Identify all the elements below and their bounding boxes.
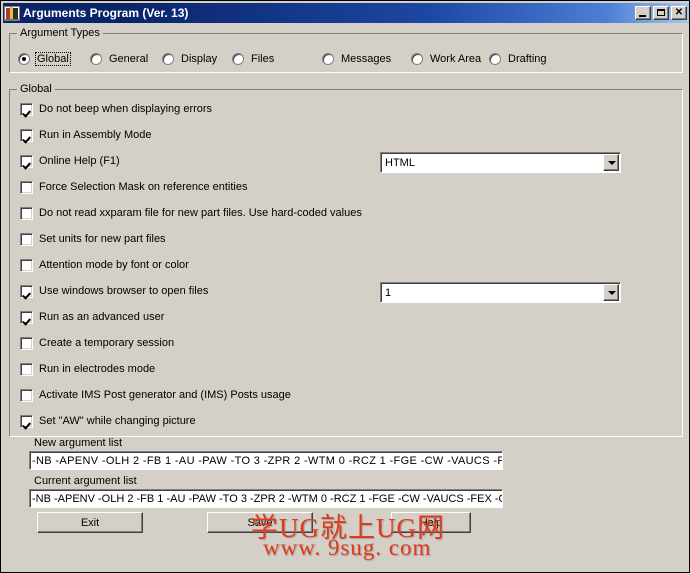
- checkbox-label: Create a temporary session: [39, 337, 175, 349]
- checkbox-mark-icon: [20, 284, 33, 298]
- radio-global[interactable]: Global: [18, 50, 90, 68]
- new-argument-list-input[interactable]: -NB -APENV -OLH 2 -FB 1 -AU -PAW -TO 3 -…: [29, 451, 503, 470]
- window-title: Arguments Program (Ver. 13): [23, 6, 189, 20]
- checkbox-label: Online Help (F1): [39, 155, 120, 167]
- checkbox-mark-icon: [20, 102, 33, 116]
- chevron-down-icon[interactable]: [603, 284, 619, 301]
- checkbox-mark-icon: [20, 414, 33, 428]
- minimize-button[interactable]: [635, 6, 651, 20]
- checkbox-label: Run in electrodes mode: [39, 363, 156, 375]
- checkbox-label: Do not beep when displaying errors: [39, 103, 213, 115]
- chevron-down-icon[interactable]: [603, 154, 619, 171]
- checkbox-mark-icon: [20, 310, 33, 324]
- radio-mark-icon: [411, 53, 423, 65]
- current-argument-list-label: Current argument list: [34, 475, 137, 487]
- help-format-combo[interactable]: HTML: [380, 152, 621, 173]
- radio-mark-icon: [18, 53, 30, 65]
- radio-messages[interactable]: Messages: [322, 50, 411, 68]
- radio-label: Messages: [341, 53, 392, 65]
- help-format-combo-value: HTML: [385, 156, 415, 169]
- checkbox-mark-icon: [20, 336, 33, 350]
- checkbox-mark-icon: [20, 258, 33, 272]
- checkbox-do-not-read-xxparam[interactable]: Do not read xxparam file for new part fi…: [20, 206, 362, 220]
- radio-work-area[interactable]: Work Area: [411, 50, 489, 68]
- checkbox-set-units[interactable]: Set units for new part files: [20, 232, 166, 246]
- arguments-program-window: Arguments Program (Ver. 13) ✕ Argument T…: [0, 0, 690, 573]
- checkbox-set-aw[interactable]: Set "AW" while changing picture: [20, 414, 196, 428]
- radio-mark-icon: [162, 53, 174, 65]
- browser-combo[interactable]: 1: [380, 282, 621, 303]
- title-bar: Arguments Program (Ver. 13) ✕: [3, 3, 689, 23]
- global-group: Global Do not beep when displaying error…: [9, 83, 683, 437]
- close-icon: ✕: [674, 6, 684, 18]
- checkbox-label: Run in Assembly Mode: [39, 129, 152, 141]
- checkbox-label: Set "AW" while changing picture: [39, 415, 196, 427]
- checkbox-label: Use windows browser to open files: [39, 285, 209, 297]
- radio-label: General: [109, 53, 149, 65]
- checkbox-label: Force Selection Mask on reference entiti…: [39, 181, 248, 193]
- window-controls: ✕: [635, 6, 687, 20]
- argument-types-group: Argument Types Global General Display Fi…: [9, 27, 683, 73]
- help-button[interactable]: Help: [391, 512, 471, 533]
- checkbox-online-help[interactable]: Online Help (F1): [20, 154, 120, 168]
- radio-mark-icon: [489, 53, 501, 65]
- checkbox-ims-post-generator[interactable]: Activate IMS Post generator and (IMS) Po…: [20, 388, 291, 402]
- checkbox-mark-icon: [20, 206, 33, 220]
- argument-types-radio-row: Global General Display Files Messages Wo…: [18, 50, 549, 68]
- close-button[interactable]: ✕: [671, 6, 687, 20]
- books-icon: [4, 5, 20, 21]
- checkbox-mark-icon: [20, 388, 33, 402]
- checkbox-mark-icon: [20, 128, 33, 142]
- checkbox-temporary-session[interactable]: Create a temporary session: [20, 336, 174, 350]
- radio-display[interactable]: Display: [162, 50, 232, 68]
- checkbox-do-not-beep[interactable]: Do not beep when displaying errors: [20, 102, 212, 116]
- checkbox-label: Attention mode by font or color: [39, 259, 189, 271]
- watermark-line-2: www. 9sug. com: [263, 535, 432, 560]
- checkbox-electrodes-mode[interactable]: Run in electrodes mode: [20, 362, 155, 376]
- current-argument-list-input[interactable]: -NB -APENV -OLH 2 -FB 1 -AU -PAW -TO 3 -…: [29, 489, 503, 508]
- current-argument-list-value: -NB -APENV -OLH 2 -FB 1 -AU -PAW -TO 3 -…: [32, 492, 503, 505]
- radio-label: Files: [251, 53, 275, 65]
- checkbox-attention-mode[interactable]: Attention mode by font or color: [20, 258, 189, 272]
- new-argument-list-label: New argument list: [34, 437, 123, 449]
- checkbox-mark-icon: [20, 232, 33, 246]
- checkbox-label: Do not read xxparam file for new part fi…: [39, 207, 362, 219]
- radio-drafting[interactable]: Drafting: [489, 50, 549, 68]
- checkbox-force-selection-mask[interactable]: Force Selection Mask on reference entiti…: [20, 180, 248, 194]
- save-button[interactable]: Save: [207, 512, 313, 533]
- radio-label: Work Area: [430, 53, 482, 65]
- checkbox-assembly-mode[interactable]: Run in Assembly Mode: [20, 128, 152, 142]
- checkbox-label: Run as an advanced user: [39, 311, 165, 323]
- new-argument-list-value: -NB -APENV -OLH 2 -FB 1 -AU -PAW -TO 3 -…: [32, 454, 503, 467]
- checkbox-advanced-user[interactable]: Run as an advanced user: [20, 310, 164, 324]
- global-group-title: Global: [17, 83, 55, 95]
- browser-combo-value: 1: [385, 286, 392, 299]
- checkbox-label: Activate IMS Post generator and (IMS) Po…: [39, 389, 291, 401]
- checkbox-label: Set units for new part files: [39, 233, 166, 245]
- radio-mark-icon: [90, 53, 102, 65]
- radio-label: Global: [35, 52, 71, 66]
- radio-mark-icon: [322, 53, 334, 65]
- radio-files[interactable]: Files: [232, 50, 322, 68]
- radio-general[interactable]: General: [90, 50, 162, 68]
- exit-button[interactable]: Exit: [37, 512, 143, 533]
- checkbox-mark-icon: [20, 154, 33, 168]
- radio-label: Drafting: [508, 53, 547, 65]
- radio-mark-icon: [232, 53, 244, 65]
- checkbox-mark-icon: [20, 180, 33, 194]
- radio-label: Display: [181, 53, 218, 65]
- checkbox-windows-browser[interactable]: Use windows browser to open files: [20, 284, 208, 298]
- checkbox-mark-icon: [20, 362, 33, 376]
- argument-types-group-title: Argument Types: [17, 27, 103, 39]
- maximize-button[interactable]: [653, 6, 669, 20]
